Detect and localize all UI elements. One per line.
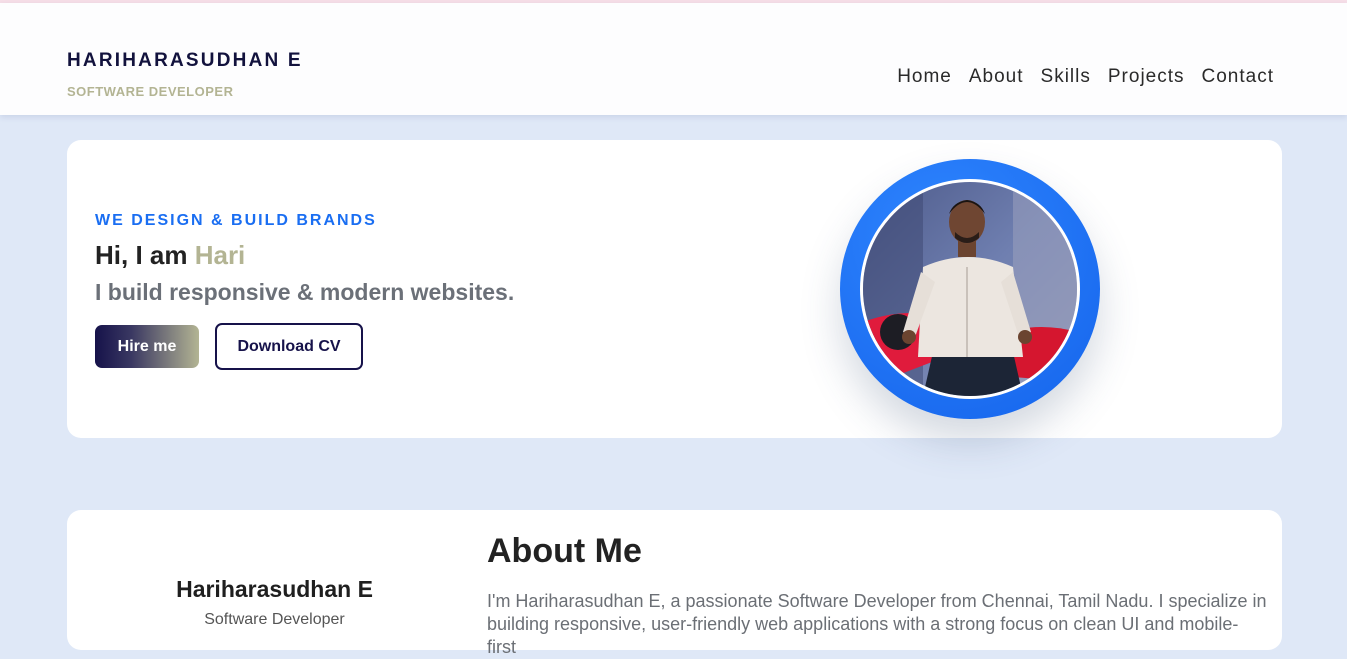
nav-skills[interactable]: Skills [1041,66,1091,88]
about-profile-role: Software Developer [204,611,345,628]
greeting-prefix: Hi, I am [95,240,195,270]
brand-role: SOFTWARE DEVELOPER [67,84,234,99]
nav-about[interactable]: About [969,66,1024,88]
download-cv-button[interactable]: Download CV [215,323,363,370]
about-card: Hariharasudhan E Software Developer Abou… [67,510,1282,657]
site-header: HARIHARASUDHAN E SOFTWARE DEVELOPER Home… [0,3,1347,115]
hero-subtitle: I build responsive & modern websites. [95,279,515,305]
about-paragraph: I'm Hariharasudhan E, a passionate Softw… [487,591,1267,657]
hero-tagline: WE DESIGN & BUILD BRANDS [95,212,377,229]
about-profile-name: Hariharasudhan E [176,576,373,602]
avatar-frame [860,179,1080,399]
hero-greeting: Hi, I am Hari [95,240,245,271]
nav-contact[interactable]: Contact [1202,66,1274,88]
brand-name[interactable]: HARIHARASUDHAN E [67,50,303,72]
nav-projects[interactable]: Projects [1108,66,1185,88]
hire-me-button[interactable]: Hire me [95,325,199,368]
main-nav: Home About Skills Projects Contact [897,66,1274,88]
about-heading: About Me [487,532,642,570]
hero-card: WE DESIGN & BUILD BRANDS Hi, I am Hari I… [67,140,1282,438]
profile-photo-illustration [863,182,1077,396]
nav-home[interactable]: Home [897,66,952,88]
profile-photo [863,182,1077,396]
avatar-ring [840,159,1100,419]
greeting-name: Hari [194,240,246,270]
